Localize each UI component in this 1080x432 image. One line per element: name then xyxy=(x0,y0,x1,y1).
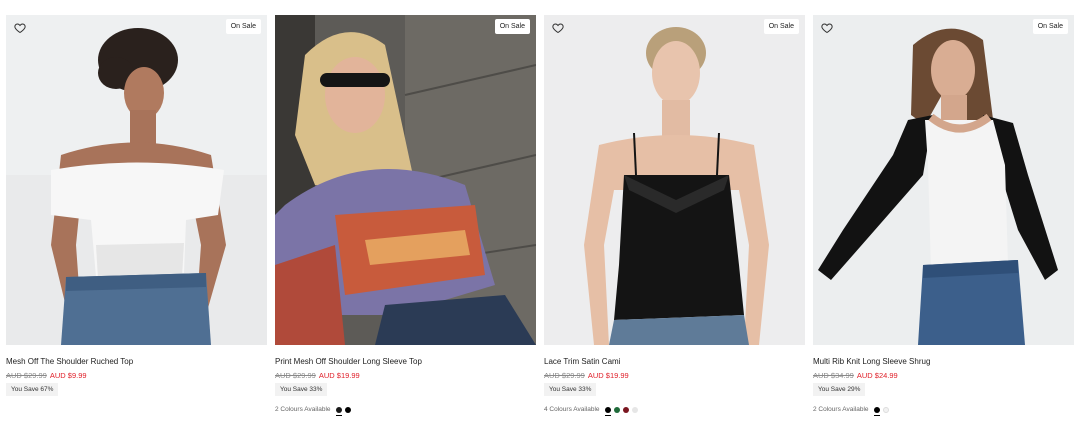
on-sale-badge: On Sale xyxy=(763,19,799,34)
colour-swatch[interactable] xyxy=(613,406,620,413)
product-image[interactable] xyxy=(544,15,805,345)
original-price: AUD $29.99 xyxy=(6,371,47,380)
product-card[interactable]: On Sale Lace Trim Satin Cami AUD $29.99 A… xyxy=(544,15,805,425)
colour-swatch[interactable] xyxy=(622,406,629,413)
sale-price: AUD $19.99 xyxy=(587,371,629,380)
colour-swatch[interactable] xyxy=(344,406,351,413)
colour-options: 2 Colours Available xyxy=(813,406,892,416)
on-sale-badge: On Sale xyxy=(1032,19,1068,34)
original-price: AUD $29.99 xyxy=(275,371,316,380)
colour-swatch[interactable] xyxy=(882,406,889,413)
wishlist-heart-icon[interactable] xyxy=(552,21,564,34)
colour-options: 4 Colours Available xyxy=(544,406,641,416)
product-image[interactable] xyxy=(813,15,1074,345)
product-card[interactable]: On Sale Multi Rib Knit Long Sleeve Shrug… xyxy=(813,15,1074,425)
colour-swatch[interactable] xyxy=(873,406,880,416)
sale-price: AUD $24.99 xyxy=(856,371,898,380)
product-price: AUD $29.99 AUD $9.99 xyxy=(6,371,87,380)
colour-swatches xyxy=(873,406,892,416)
product-name[interactable]: Mesh Off The Shoulder Ruched Top xyxy=(6,357,133,366)
product-name[interactable]: Multi Rib Knit Long Sleeve Shrug xyxy=(813,357,930,366)
on-sale-badge: On Sale xyxy=(494,19,530,34)
product-card[interactable]: On Sale Print Mesh Off Shoulder Long Sle… xyxy=(275,15,536,425)
savings-badge: You Save 33% xyxy=(275,383,328,396)
sale-price: AUD $9.99 xyxy=(49,371,87,380)
original-price: AUD $29.99 xyxy=(544,371,585,380)
wishlist-heart-icon[interactable] xyxy=(821,21,833,34)
product-price: AUD $29.99 AUD $19.99 xyxy=(544,371,629,380)
colour-swatches xyxy=(604,406,641,416)
colour-swatch[interactable] xyxy=(631,406,638,413)
colour-options: 2 Colours Available xyxy=(275,406,354,416)
sale-price: AUD $19.99 xyxy=(318,371,360,380)
product-grid: On Sale Mesh Off The Shoulder Ruched Top… xyxy=(6,15,1074,425)
product-image[interactable] xyxy=(275,15,536,345)
product-price: AUD $29.99 AUD $19.99 xyxy=(275,371,360,380)
savings-badge: You Save 67% xyxy=(6,383,59,396)
product-name[interactable]: Lace Trim Satin Cami xyxy=(544,357,620,366)
savings-badge: You Save 29% xyxy=(813,383,866,396)
colour-swatch[interactable] xyxy=(335,406,342,416)
product-price: AUD $34.99 AUD $24.99 xyxy=(813,371,898,380)
savings-badge: You Save 33% xyxy=(544,383,597,396)
wishlist-heart-icon[interactable] xyxy=(14,21,26,34)
colours-available-label: 4 Colours Available xyxy=(544,406,600,413)
colour-swatches xyxy=(335,406,354,416)
colours-available-label: 2 Colours Available xyxy=(813,406,869,413)
colours-available-label: 2 Colours Available xyxy=(275,406,331,413)
on-sale-badge: On Sale xyxy=(225,19,261,34)
product-name[interactable]: Print Mesh Off Shoulder Long Sleeve Top xyxy=(275,357,422,366)
colour-swatch[interactable] xyxy=(604,406,611,416)
product-image[interactable] xyxy=(6,15,267,345)
product-card[interactable]: On Sale Mesh Off The Shoulder Ruched Top… xyxy=(6,15,267,425)
original-price: AUD $34.99 xyxy=(813,371,854,380)
